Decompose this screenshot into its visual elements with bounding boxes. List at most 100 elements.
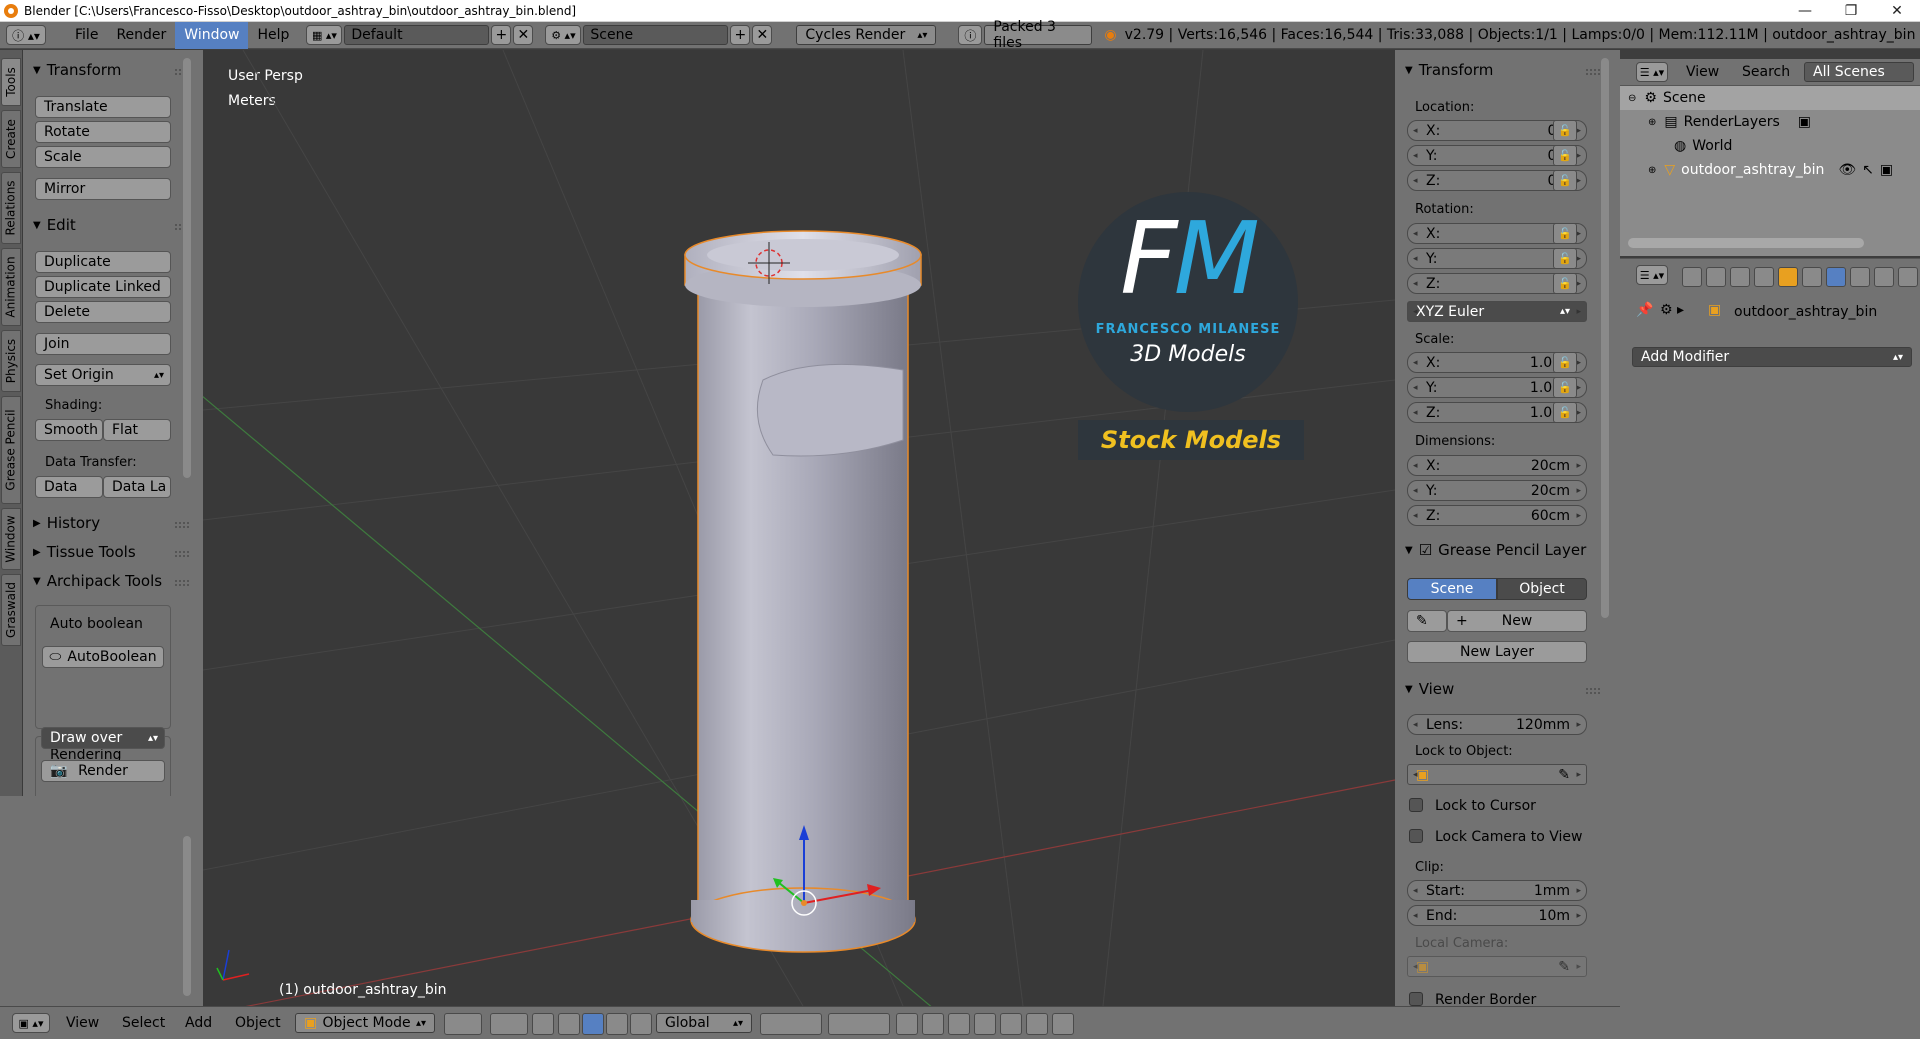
outliner-item-renderlayers[interactable]: ⊕ ▤ RenderLayers ▣ [1620, 110, 1920, 134]
translate-button[interactable]: Translate [35, 96, 171, 118]
eyedropper-icon[interactable]: ✎ [1558, 959, 1570, 975]
edit-panel-header[interactable]: ▼ Edit [33, 216, 76, 234]
collapse-icon[interactable]: ⊖ [1628, 93, 1636, 104]
tab-relations[interactable]: Relations [1, 172, 21, 244]
menu-add[interactable]: Add [185, 1015, 212, 1031]
proportional-edit-icon[interactable] [922, 1013, 944, 1035]
screen-layout-field[interactable]: Default [344, 25, 490, 45]
dimension-y-field[interactable]: Y: 20cm [1407, 480, 1587, 501]
modifiers-tab-icon[interactable] [1826, 267, 1846, 287]
screen-layout-icon[interactable]: ▦ ▴▾ [306, 25, 343, 45]
rotate-manip-icon[interactable] [582, 1013, 604, 1035]
drag-grip-icon[interactable] [1586, 688, 1600, 694]
editor-type-info-button[interactable]: ⓘ ▴▾ [6, 25, 46, 45]
tissue-tools-panel-header[interactable]: ▶ Tissue Tools [33, 543, 136, 561]
transform-panel-header[interactable]: ▼ Transform [33, 61, 121, 79]
auto-boolean-button[interactable]: ⬭ AutoBoolean [42, 646, 164, 668]
grease-pencil-layer-header[interactable]: ▼ ☑ Grease Pencil Layer [1405, 541, 1586, 559]
snap-target-icon[interactable] [1000, 1013, 1022, 1035]
shading-mode-icon[interactable] [444, 1013, 482, 1035]
menu-view[interactable]: View [66, 1015, 99, 1031]
scale-manip-icon[interactable] [606, 1013, 628, 1035]
opengl-render-icon[interactable] [1026, 1013, 1048, 1035]
lens-field[interactable]: Lens: 120mm [1407, 714, 1587, 735]
archipack-panel-header[interactable]: ▼ Archipack Tools [33, 572, 162, 590]
scene-icon[interactable]: ⚙ ▴▾ [545, 25, 582, 45]
info-icon-button[interactable]: ⓘ [958, 25, 983, 45]
close-button[interactable]: ✕ [1874, 0, 1920, 22]
pencil-icon[interactable]: ✎ [1407, 610, 1447, 632]
outliner-view-menu[interactable]: View [1686, 64, 1719, 80]
outliner-filter-select[interactable]: All Scenes [1804, 62, 1914, 82]
magnet-snap-icon[interactable] [948, 1013, 970, 1035]
properties-editor-type-button[interactable]: ☰ ▴▾ [1636, 265, 1668, 285]
packed-files-button[interactable]: Packed 3 files [984, 19, 1093, 51]
lock-icon[interactable]: 🔓 [1553, 377, 1577, 398]
render-border-checkbox[interactable] [1409, 992, 1423, 1006]
maximize-button[interactable]: ❐ [1828, 0, 1874, 22]
set-origin-select[interactable]: Set Origin ▴▾ [35, 364, 171, 386]
npanel-scrollbar[interactable] [1601, 58, 1609, 618]
lock-icon[interactable]: 🔓 [1553, 402, 1577, 423]
tool-shelf-scrollbar[interactable] [183, 58, 191, 478]
render-engine-select[interactable]: Cycles Render ▴▾ [796, 25, 937, 45]
add-modifier-select[interactable]: Add Modifier ▴▾ [1632, 347, 1912, 367]
flat-button[interactable]: Flat [103, 419, 171, 441]
outliner-item-scene[interactable]: ⊖ ⚙ Scene [1620, 86, 1920, 110]
tab-animation[interactable]: Animation [1, 248, 21, 326]
duplicate-button[interactable]: Duplicate [35, 251, 171, 273]
outliner-hscrollbar[interactable] [1628, 238, 1864, 248]
drag-grip-icon[interactable] [1586, 69, 1600, 75]
manipulator-toggle-icon[interactable] [532, 1013, 554, 1035]
texture-tab-icon[interactable] [1898, 267, 1918, 287]
lock-icon[interactable]: 🔓 [1553, 120, 1577, 141]
pivot-point-icon[interactable] [490, 1013, 528, 1035]
pin-icon[interactable]: 📌 [1636, 302, 1653, 318]
expand-icon[interactable]: ⊕ [1648, 117, 1656, 128]
camera-icon[interactable]: ▣ [1880, 162, 1893, 178]
eye-icon[interactable]: 👁 [1838, 162, 1856, 178]
expand-icon[interactable]: ⊕ [1648, 165, 1656, 176]
delete-button[interactable]: Delete [35, 301, 171, 323]
outliner-editor-type-button[interactable]: ☰ ▴▾ [1636, 62, 1668, 82]
minimize-button[interactable]: — [1782, 0, 1828, 22]
orientation-select[interactable]: Global ▴▾ [656, 1013, 752, 1033]
lock-icon[interactable]: 🔓 [1553, 273, 1577, 294]
mirror-button[interactable]: Mirror [35, 178, 171, 200]
draw-over-select[interactable]: Draw over ▴▾ [41, 727, 165, 749]
menu-window[interactable]: Window [175, 21, 249, 49]
drag-grip-icon[interactable] [175, 580, 189, 586]
layers-grid-2[interactable] [828, 1013, 890, 1035]
lock-icon[interactable]: 🔓 [1553, 145, 1577, 166]
tab-graswald[interactable]: Graswald [1, 574, 21, 646]
eyedropper-icon[interactable]: ✎ [1558, 767, 1570, 783]
render-layers-tab-icon[interactable] [1706, 267, 1726, 287]
tab-window[interactable]: Window [1, 508, 21, 570]
data-tab-icon[interactable] [1850, 267, 1870, 287]
scene-field[interactable]: Scene [583, 25, 729, 45]
scale-button[interactable]: Scale [35, 146, 171, 168]
new-layer-button[interactable]: New Layer [1407, 641, 1587, 663]
lock-icon[interactable]: 🔓 [1553, 352, 1577, 373]
mode-select[interactable]: ▣ Object Mode ▴▾ [295, 1013, 435, 1033]
history-panel-header[interactable]: ▶ History [33, 514, 100, 532]
tab-create[interactable]: Create [1, 110, 21, 168]
duplicate-linked-button[interactable]: Duplicate Linked [35, 276, 171, 298]
opengl-anim-icon[interactable] [1052, 1013, 1074, 1035]
dimension-z-field[interactable]: Z: 60cm [1407, 505, 1587, 526]
snap-element-icon[interactable] [974, 1013, 996, 1035]
rotate-button[interactable]: Rotate [35, 121, 171, 143]
clip-start-field[interactable]: Start: 1mm [1407, 880, 1587, 901]
world-tab-icon[interactable] [1754, 267, 1774, 287]
transform-panel-header[interactable]: ▼ Transform [1405, 61, 1493, 79]
data-button[interactable]: Data [35, 476, 103, 498]
lock-camera-checkbox[interactable] [1409, 829, 1423, 843]
outliner-item-ashtray[interactable]: ⊕ ▽ outdoor_ashtray_bin 👁 ↖ ▣ [1620, 158, 1920, 182]
constraints-tab-icon[interactable] [1802, 267, 1822, 287]
scene-tab-icon[interactable] [1730, 267, 1750, 287]
layer-lock-icon[interactable] [896, 1013, 918, 1035]
layers-grid-1[interactable] [760, 1013, 822, 1035]
delete-scene-button[interactable]: ✕ [752, 25, 773, 45]
outliner-search-menu[interactable]: Search [1742, 64, 1790, 80]
dimension-x-field[interactable]: X: 20cm [1407, 455, 1587, 476]
